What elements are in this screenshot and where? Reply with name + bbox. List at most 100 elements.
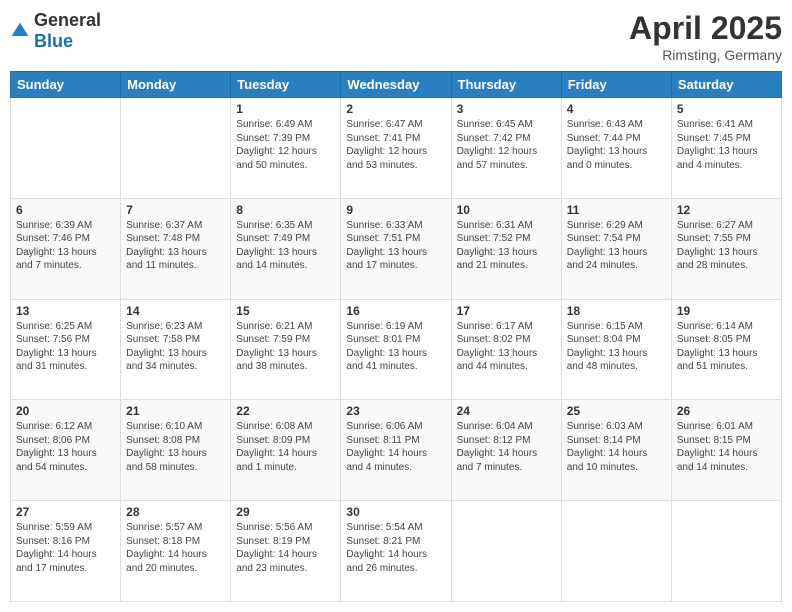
day-detail: Sunrise: 6:27 AM Sunset: 7:55 PM Dayligh… (677, 219, 776, 273)
calendar-cell: 5 Sunrise: 6:41 AM Sunset: 7:45 PM Daylig… (671, 98, 781, 199)
day-detail: Sunrise: 6:39 AM Sunset: 7:46 PM Dayligh… (16, 219, 115, 273)
calendar-cell: 17 Sunrise: 6:17 AM Sunset: 8:02 PM Dayli… (451, 299, 561, 400)
day-detail: Sunrise: 6:19 AM Sunset: 8:01 PM Dayligh… (346, 320, 445, 374)
calendar-cell: 9Sunrise: 6:33 AM Sunset: 7:51 PM Daylig… (341, 198, 451, 299)
day-detail: Sunrise: 5:56 AM Sunset: 8:19 PM Dayligh… (236, 521, 335, 575)
day-detail: Sunrise: 6:35 AM Sunset: 7:49 PM Dayligh… (236, 219, 335, 273)
calendar-cell: 3 Sunrise: 6:45 AM Sunset: 7:42 PM Daylig… (451, 98, 561, 199)
day-number: 7 (126, 203, 225, 217)
day-number: 8 (236, 203, 335, 217)
day-number: 24 (457, 404, 556, 418)
day-number: 10 (457, 203, 556, 217)
day-detail: Sunrise: 6:45 AM Sunset: 7:42 PM Dayligh… (457, 118, 556, 172)
day-detail: Sunrise: 6:21 AM Sunset: 7:59 PM Dayligh… (236, 320, 335, 374)
logo-text: General Blue (34, 10, 101, 52)
calendar-cell: 2 Sunrise: 6:47 AM Sunset: 7:41 PM Daylig… (341, 98, 451, 199)
calendar-cell: 11Sunrise: 6:29 AM Sunset: 7:54 PM Dayli… (561, 198, 671, 299)
day-detail: Sunrise: 6:31 AM Sunset: 7:52 PM Dayligh… (457, 219, 556, 273)
calendar-cell (561, 501, 671, 602)
day-detail: Sunrise: 5:57 AM Sunset: 8:18 PM Dayligh… (126, 521, 225, 575)
day-detail: Sunrise: 6:08 AM Sunset: 8:09 PM Dayligh… (236, 420, 335, 474)
col-sunday: Sunday (11, 72, 121, 98)
day-number: 23 (346, 404, 445, 418)
calendar-header-row: Sunday Monday Tuesday Wednesday Thursday… (11, 72, 782, 98)
col-wednesday: Wednesday (341, 72, 451, 98)
day-number: 14 (126, 304, 225, 318)
header: General Blue April 2025 Rimsting, German… (10, 10, 782, 63)
day-number: 3 (457, 102, 556, 116)
day-number: 15 (236, 304, 335, 318)
calendar-cell: 26 Sunrise: 6:01 AM Sunset: 8:15 PM Dayli… (671, 400, 781, 501)
calendar-cell: 29 Sunrise: 5:56 AM Sunset: 8:19 PM Dayli… (231, 501, 341, 602)
day-detail: Sunrise: 6:43 AM Sunset: 7:44 PM Dayligh… (567, 118, 666, 172)
day-detail: Sunrise: 5:54 AM Sunset: 8:21 PM Dayligh… (346, 521, 445, 575)
day-number: 4 (567, 102, 666, 116)
calendar-cell: 20Sunrise: 6:12 AM Sunset: 8:06 PM Dayli… (11, 400, 121, 501)
day-number: 16 (346, 304, 445, 318)
day-number: 17 (457, 304, 556, 318)
day-detail: Sunrise: 6:23 AM Sunset: 7:58 PM Dayligh… (126, 320, 225, 374)
day-number: 6 (16, 203, 115, 217)
logo-icon (10, 21, 30, 41)
calendar-cell: 28Sunrise: 5:57 AM Sunset: 8:18 PM Dayli… (121, 501, 231, 602)
day-detail: Sunrise: 6:41 AM Sunset: 7:45 PM Dayligh… (677, 118, 776, 172)
logo: General Blue (10, 10, 101, 52)
day-detail: Sunrise: 6:15 AM Sunset: 8:04 PM Dayligh… (567, 320, 666, 374)
day-number: 21 (126, 404, 225, 418)
day-number: 30 (346, 505, 445, 519)
day-detail: Sunrise: 6:49 AM Sunset: 7:39 PM Dayligh… (236, 118, 335, 172)
logo-blue: Blue (34, 31, 73, 51)
day-number: 1 (236, 102, 335, 116)
day-number: 27 (16, 505, 115, 519)
day-detail: Sunrise: 6:37 AM Sunset: 7:48 PM Dayligh… (126, 219, 225, 273)
calendar-cell: 21Sunrise: 6:10 AM Sunset: 8:08 PM Dayli… (121, 400, 231, 501)
day-number: 2 (346, 102, 445, 116)
calendar-cell: 7 Sunrise: 6:37 AM Sunset: 7:48 PM Daylig… (121, 198, 231, 299)
calendar-cell: 13 Sunrise: 6:25 AM Sunset: 7:56 PM Dayli… (11, 299, 121, 400)
calendar-cell (11, 98, 121, 199)
location: Rimsting, Germany (629, 47, 782, 63)
month-title: April 2025 (629, 10, 782, 47)
day-number: 12 (677, 203, 776, 217)
day-detail: Sunrise: 6:06 AM Sunset: 8:11 PM Dayligh… (346, 420, 445, 474)
calendar-cell: 16 Sunrise: 6:19 AM Sunset: 8:01 PM Dayli… (341, 299, 451, 400)
day-number: 11 (567, 203, 666, 217)
calendar-cell: 8 Sunrise: 6:35 AM Sunset: 7:49 PM Daylig… (231, 198, 341, 299)
day-number: 5 (677, 102, 776, 116)
calendar-cell (451, 501, 561, 602)
calendar-table: Sunday Monday Tuesday Wednesday Thursday… (10, 71, 782, 602)
calendar-cell: 25Sunrise: 6:03 AM Sunset: 8:14 PM Dayli… (561, 400, 671, 501)
calendar-cell: 24 Sunrise: 6:04 AM Sunset: 8:12 PM Dayli… (451, 400, 561, 501)
day-detail: Sunrise: 6:33 AM Sunset: 7:51 PM Dayligh… (346, 219, 445, 273)
calendar-cell: 1 Sunrise: 6:49 AM Sunset: 7:39 PM Daylig… (231, 98, 341, 199)
day-detail: Sunrise: 6:25 AM Sunset: 7:56 PM Dayligh… (16, 320, 115, 374)
calendar-cell: 12 Sunrise: 6:27 AM Sunset: 7:55 PM Dayli… (671, 198, 781, 299)
calendar-cell: 22 Sunrise: 6:08 AM Sunset: 8:09 PM Dayli… (231, 400, 341, 501)
calendar-cell: 18 Sunrise: 6:15 AM Sunset: 8:04 PM Dayli… (561, 299, 671, 400)
day-detail: Sunrise: 6:17 AM Sunset: 8:02 PM Dayligh… (457, 320, 556, 374)
calendar-cell: 27 Sunrise: 5:59 AM Sunset: 8:16 PM Dayli… (11, 501, 121, 602)
calendar-cell: 6 Sunrise: 6:39 AM Sunset: 7:46 PM Daylig… (11, 198, 121, 299)
day-detail: Sunrise: 6:04 AM Sunset: 8:12 PM Dayligh… (457, 420, 556, 474)
day-detail: Sunrise: 5:59 AM Sunset: 8:16 PM Dayligh… (16, 521, 115, 575)
col-tuesday: Tuesday (231, 72, 341, 98)
day-detail: Sunrise: 6:01 AM Sunset: 8:15 PM Dayligh… (677, 420, 776, 474)
calendar-cell: 10 Sunrise: 6:31 AM Sunset: 7:52 PM Dayli… (451, 198, 561, 299)
day-number: 26 (677, 404, 776, 418)
day-number: 13 (16, 304, 115, 318)
day-number: 29 (236, 505, 335, 519)
page: General Blue April 2025 Rimsting, German… (0, 0, 792, 612)
calendar-week-row: 1 Sunrise: 6:49 AM Sunset: 7:39 PM Daylig… (11, 98, 782, 199)
day-number: 25 (567, 404, 666, 418)
calendar-week-row: 20Sunrise: 6:12 AM Sunset: 8:06 PM Dayli… (11, 400, 782, 501)
calendar-cell: 15 Sunrise: 6:21 AM Sunset: 7:59 PM Dayli… (231, 299, 341, 400)
calendar-week-row: 27 Sunrise: 5:59 AM Sunset: 8:16 PM Dayli… (11, 501, 782, 602)
day-number: 22 (236, 404, 335, 418)
day-detail: Sunrise: 6:47 AM Sunset: 7:41 PM Dayligh… (346, 118, 445, 172)
calendar-cell: 4 Sunrise: 6:43 AM Sunset: 7:44 PM Daylig… (561, 98, 671, 199)
day-number: 18 (567, 304, 666, 318)
logo-general: General (34, 10, 101, 30)
day-number: 19 (677, 304, 776, 318)
calendar-cell: 23 Sunrise: 6:06 AM Sunset: 8:11 PM Dayli… (341, 400, 451, 501)
col-friday: Friday (561, 72, 671, 98)
